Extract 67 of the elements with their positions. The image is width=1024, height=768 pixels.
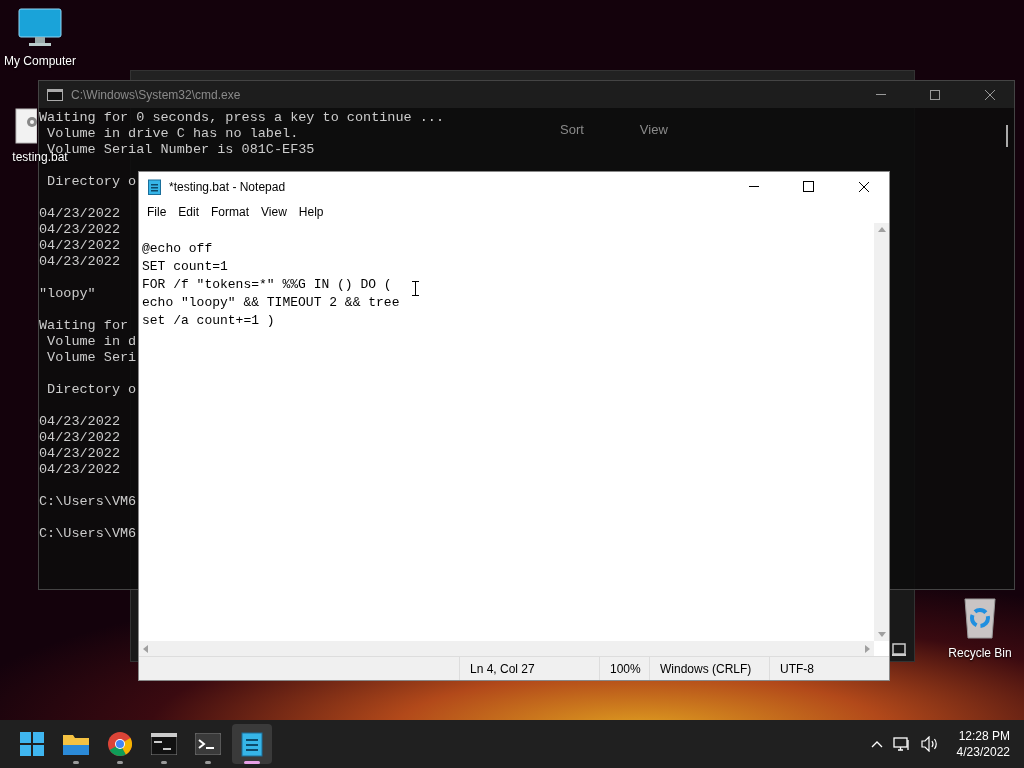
console-line: 04/23/2022	[39, 206, 120, 222]
maximize-icon[interactable]	[803, 181, 814, 192]
volume-icon[interactable]	[920, 736, 939, 752]
console-line: Volume in drive C has no label.	[46, 126, 299, 142]
console-line: Directory o	[46, 382, 137, 398]
running-indicator	[117, 761, 123, 764]
close-icon[interactable]	[984, 88, 996, 101]
console-line: 04/23/2022	[39, 222, 120, 238]
menu-item[interactable]: Help	[292, 203, 330, 221]
console-line: Waiting for	[39, 318, 129, 334]
toolbar-item[interactable]: View	[639, 120, 668, 140]
clock-time[interactable]: 12:28 PM	[958, 728, 1010, 744]
menu-item[interactable]: View	[255, 203, 293, 221]
status-field: UTF-8	[769, 657, 869, 680]
console-line: Directory o	[46, 174, 137, 190]
toolbar-item[interactable]: Sort	[560, 120, 584, 140]
code-line: SET count=1	[142, 258, 228, 276]
maximize-icon[interactable]	[930, 89, 940, 100]
status-field: 100%	[599, 657, 649, 680]
console-line: 04/23/2022	[39, 254, 120, 270]
network-icon[interactable]	[892, 736, 911, 752]
menu-item[interactable]: File	[141, 203, 173, 221]
console-line: Waiting for 0 seconds, press a key to continue ...	[39, 110, 445, 126]
monitor-icon	[18, 8, 62, 48]
console-icon	[47, 88, 63, 101]
terminal-icon[interactable]	[195, 733, 221, 755]
clock-date[interactable]: 4/23/2022	[956, 744, 1010, 760]
status-field: Windows (CRLF)	[649, 657, 769, 680]
console-line: Volume in d	[46, 334, 137, 350]
notepad-icon	[148, 178, 161, 195]
browser-icon[interactable]	[108, 732, 132, 756]
running-indicator	[244, 761, 260, 764]
chevron-up-icon[interactable]	[870, 740, 883, 748]
console-line: 04/23/2022	[39, 446, 120, 462]
console-line: 04/23/2022	[39, 238, 120, 254]
tablet-mode-icon[interactable]	[892, 643, 906, 656]
recycle-bin-icon	[962, 596, 998, 640]
console-line: 04/23/2022	[39, 430, 120, 446]
menu-item[interactable]: Edit	[172, 203, 206, 221]
code-line: FOR /f "tokens=*" %%G IN () DO (	[142, 276, 392, 294]
console-line: C:\Users\VM6	[39, 494, 137, 510]
console-icon[interactable]	[151, 733, 177, 755]
menu-item[interactable]: Format	[205, 203, 256, 221]
running-indicator	[73, 761, 79, 764]
notepad-icon[interactable]	[241, 731, 263, 757]
console-line: 04/23/2022	[39, 462, 120, 478]
code-line: echo "loopy" && TIMEOUT 2 && tree	[142, 294, 400, 312]
running-indicator	[205, 761, 211, 764]
gear-file-icon	[15, 108, 37, 144]
running-indicator	[161, 761, 167, 764]
taskbar-app[interactable]	[232, 724, 272, 764]
close-icon[interactable]	[858, 180, 870, 193]
status-field: Ln 4, Col 27	[459, 657, 599, 680]
console-line: "loopy"	[39, 286, 96, 302]
console-line: 04/23/2022	[39, 414, 120, 430]
console-line: Volume Seri	[46, 350, 137, 366]
console-line: C:\Users\VM6	[39, 526, 137, 542]
scrollbar-thumb[interactable]	[1006, 125, 1008, 147]
desktop-icon-label[interactable]: My Computer	[4, 52, 76, 70]
desktop-icon-label[interactable]: Recycle Bin	[948, 644, 1012, 662]
folder-icon[interactable]	[63, 733, 89, 755]
code-line: @echo off	[142, 240, 213, 258]
window-title: *testing.bat - Notepad	[169, 178, 286, 196]
code-line: set /a count+=1 )	[142, 312, 275, 330]
windows-logo-icon[interactable]	[20, 732, 44, 756]
ibeam-cursor-icon	[412, 281, 419, 296]
window-title: C:\Windows\System32\cmd.exe	[71, 86, 241, 104]
